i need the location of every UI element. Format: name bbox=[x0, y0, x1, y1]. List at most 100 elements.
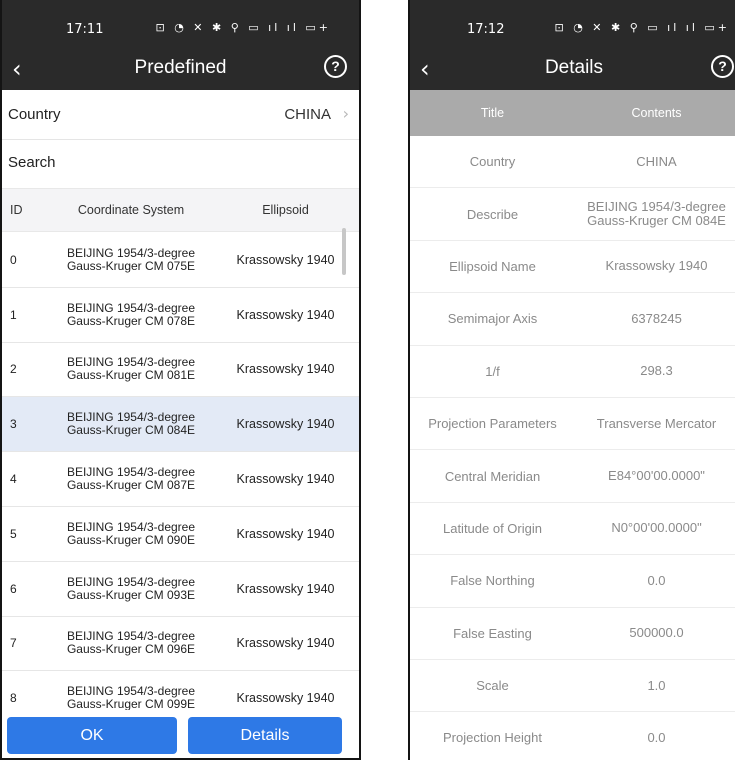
row-coordinate-system: BEIJING 1954/3-degree Gauss-Kruger CM 084… bbox=[50, 411, 212, 437]
header-contents: Contents bbox=[631, 106, 682, 120]
detail-contents: 0.0 bbox=[575, 573, 735, 588]
details-button[interactable]: Details bbox=[188, 717, 342, 754]
country-selector[interactable]: Country CHINA › bbox=[2, 90, 359, 140]
table-row[interactable]: 4 BEIJING 1954/3-degree Gauss-Kruger CM 08… bbox=[2, 452, 359, 507]
row-id: 4 bbox=[10, 472, 17, 487]
cs-line-1: BEIJING 1954/3-degree bbox=[66, 410, 196, 425]
row-id: 5 bbox=[10, 526, 17, 541]
row-ellipsoid: Krassowsky 1940 bbox=[236, 417, 335, 432]
cs-line-2: Gauss-Kruger CM 099E bbox=[66, 697, 196, 710]
row-id: 3 bbox=[10, 417, 17, 432]
help-icon[interactable]: ? bbox=[324, 55, 347, 78]
scrollbar[interactable] bbox=[342, 228, 346, 275]
row-id: 1 bbox=[10, 307, 17, 322]
detail-value: BEIJING 1954/3-degree bbox=[587, 199, 726, 215]
detail-contents: 6378245 bbox=[575, 310, 735, 326]
cs-line-2: Gauss-Kruger CM 090E bbox=[66, 532, 196, 547]
table-row[interactable]: 5 BEIJING 1954/3-degree Gauss-Kruger CM 09… bbox=[2, 507, 359, 562]
row-id: 8 bbox=[10, 691, 17, 706]
row-id: 2 bbox=[10, 362, 17, 377]
row-ellipsoid: Krassowsky 1940 bbox=[236, 252, 335, 267]
search-label: Search bbox=[8, 154, 56, 171]
detail-row: Scale 1.0 bbox=[410, 660, 735, 713]
header-ellipsoid: Ellipsoid bbox=[262, 203, 309, 217]
table-row[interactable]: 1 BEIJING 1954/3-degree Gauss-Kruger CM 07… bbox=[2, 288, 359, 343]
country-label: Country bbox=[8, 106, 61, 123]
detail-contents: 298.3 bbox=[575, 364, 735, 378]
cs-line-1: BEIJING 1954/3-degree bbox=[66, 465, 196, 480]
cs-line-2: Gauss-Kruger CM 096E bbox=[66, 642, 196, 657]
table-row[interactable]: 7 BEIJING 1954/3-degree Gauss-Kruger CM 09… bbox=[2, 617, 359, 672]
table-row[interactable]: 3 BEIJING 1954/3-degree Gauss-Kruger CM 08… bbox=[2, 397, 359, 453]
cs-line-1: BEIJING 1954/3-degree bbox=[66, 629, 196, 644]
cs-line-1: BEIJING 1954/3-degree bbox=[66, 684, 196, 699]
cs-line-1: BEIJING 1954/3-degree bbox=[66, 245, 196, 260]
detail-value: E84°00'00.0000" bbox=[608, 468, 705, 484]
status-bar: 17:11 ⊡ ◔ ✕ ✱ ⚲ ▭ ıl ıl ▭+ bbox=[2, 0, 359, 47]
details-header: Title Contents bbox=[410, 90, 735, 136]
detail-title: Semimajor Axis bbox=[447, 311, 538, 327]
detail-contents: 0.0 bbox=[575, 729, 735, 745]
detail-row: Semimajor Axis 6378245 bbox=[410, 293, 735, 346]
footer-bar: OK Details bbox=[2, 710, 359, 758]
table-row[interactable]: 0 BEIJING 1954/3-degree Gauss-Kruger CM 07… bbox=[2, 233, 359, 288]
status-bar: 17:12 ⊡ ◔ ✕ ✱ ⚲ ▭ ıl ıl ▭+ bbox=[410, 0, 735, 47]
header-coordinate-system: Coordinate System bbox=[77, 203, 185, 217]
cs-line-2: Gauss-Kruger CM 084E bbox=[66, 423, 196, 438]
table-row[interactable]: 8 BEIJING 1954/3-degree Gauss-Kruger CM 09… bbox=[2, 671, 359, 710]
search-field[interactable]: Search bbox=[2, 140, 359, 188]
detail-value: 6378245 bbox=[631, 310, 682, 326]
detail-title: Projection Height bbox=[443, 730, 542, 746]
row-ellipsoid: Krassowsky 1940 bbox=[236, 362, 335, 377]
detail-value-line-2: Gauss-Kruger CM 084E bbox=[587, 213, 726, 229]
title-bar: ‹ Details ? bbox=[410, 47, 735, 90]
detail-contents: CHINA bbox=[575, 154, 735, 169]
detail-value: 500000.0 bbox=[629, 625, 684, 641]
predefined-screen: 17:11 ⊡ ◔ ✕ ✱ ⚲ ▭ ıl ıl ▭+ ‹ Predefined … bbox=[0, 0, 361, 760]
row-ellipsoid: Krassowsky 1940 bbox=[236, 307, 335, 322]
status-icons: ⊡ ◔ ✕ ✱ ⚲ ▭ ıl ıl ▭+ bbox=[155, 21, 331, 34]
coordinate-system-list[interactable]: 0 BEIJING 1954/3-degree Gauss-Kruger CM 07… bbox=[2, 233, 359, 710]
chevron-right-icon: › bbox=[342, 104, 349, 123]
status-time: 17:11 bbox=[66, 22, 104, 37]
cs-line-1: BEIJING 1954/3-degree bbox=[66, 300, 196, 315]
detail-title: Projection Parameters bbox=[428, 416, 557, 432]
row-id: 6 bbox=[10, 581, 17, 596]
cs-line-1: BEIJING 1954/3-degree bbox=[66, 355, 196, 370]
detail-row: False Northing 0.0 bbox=[410, 555, 735, 608]
table-row[interactable]: 6 BEIJING 1954/3-degree Gauss-Kruger CM 09… bbox=[2, 562, 359, 617]
detail-value: N0°00'00.0000" bbox=[611, 520, 702, 536]
detail-title: 1/f bbox=[485, 363, 500, 379]
detail-value: 298.3 bbox=[640, 363, 673, 379]
row-coordinate-system: BEIJING 1954/3-degree Gauss-Kruger CM 087… bbox=[50, 466, 212, 492]
row-ellipsoid: Krassowsky 1940 bbox=[236, 636, 335, 651]
row-coordinate-system: BEIJING 1954/3-degree Gauss-Kruger CM 099… bbox=[50, 685, 212, 710]
detail-row: 1/f 298.3 bbox=[410, 346, 735, 398]
detail-contents: 500000.0 bbox=[575, 626, 735, 640]
help-icon[interactable]: ? bbox=[711, 55, 734, 78]
row-ellipsoid: Krassowsky 1940 bbox=[236, 526, 335, 541]
row-coordinate-system: BEIJING 1954/3-degree Gauss-Kruger CM 078… bbox=[50, 300, 212, 328]
detail-row: Ellipsoid Name Krassowsky 1940 bbox=[410, 241, 735, 294]
cs-line-1: BEIJING 1954/3-degree bbox=[66, 519, 196, 534]
detail-row: Projection Height 0.0 bbox=[410, 712, 735, 760]
detail-row: Country CHINA bbox=[410, 136, 735, 189]
country-value: CHINA bbox=[284, 106, 331, 123]
detail-value: Krassowsky 1940 bbox=[605, 258, 708, 274]
cs-line-2: Gauss-Kruger CM 075E bbox=[66, 258, 196, 273]
ok-button[interactable]: OK bbox=[7, 717, 177, 754]
page-title: Details bbox=[544, 57, 604, 78]
row-ellipsoid: Krassowsky 1940 bbox=[236, 581, 335, 596]
row-coordinate-system: BEIJING 1954/3-degree Gauss-Kruger CM 090… bbox=[50, 519, 212, 547]
detail-contents: 1.0 bbox=[575, 678, 735, 693]
detail-row: Describe BEIJING 1954/3-degree Gauss-Kruge… bbox=[410, 188, 735, 241]
detail-value: 0.0 bbox=[647, 729, 666, 745]
detail-contents: Krassowsky 1940 bbox=[575, 259, 735, 273]
detail-title: Country bbox=[469, 154, 516, 170]
table-row[interactable]: 2 BEIJING 1954/3-degree Gauss-Kruger CM 08… bbox=[2, 343, 359, 398]
detail-contents: Transverse Mercator bbox=[575, 416, 735, 431]
row-id: 7 bbox=[10, 636, 17, 651]
detail-title: Ellipsoid Name bbox=[449, 258, 536, 274]
cs-line-2: Gauss-Kruger CM 081E bbox=[66, 368, 196, 383]
detail-row: False Easting 500000.0 bbox=[410, 608, 735, 660]
